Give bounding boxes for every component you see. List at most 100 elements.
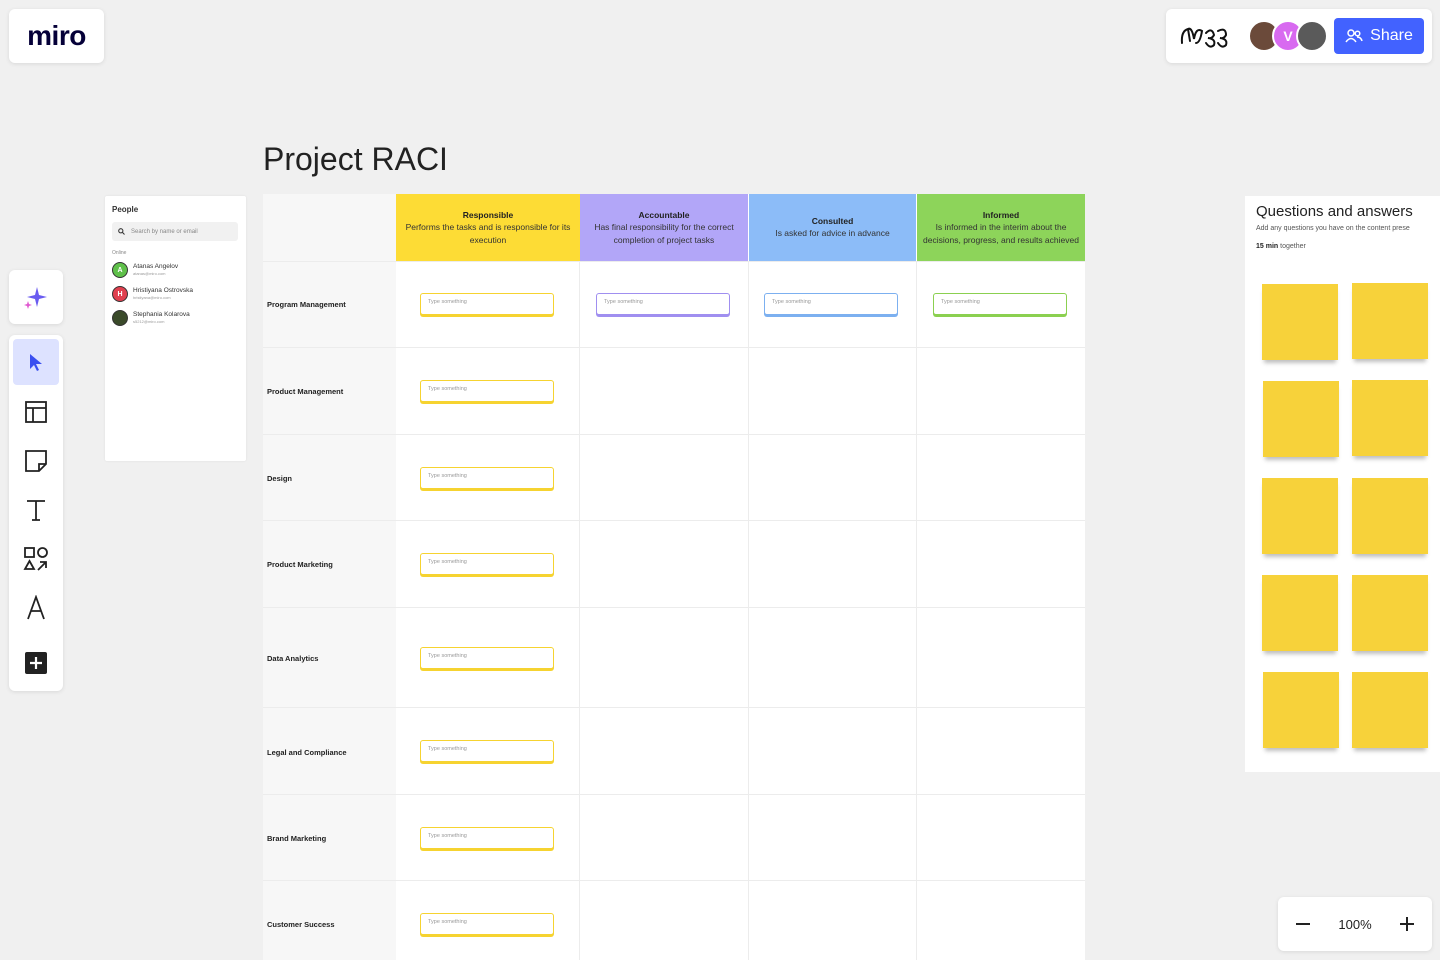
- people-icon: [1345, 29, 1363, 43]
- responsible-input[interactable]: Type something: [420, 913, 554, 935]
- people-search-input[interactable]: Search by name or email: [112, 222, 238, 241]
- share-label: Share: [1370, 27, 1413, 44]
- zoom-in-icon[interactable]: [1398, 915, 1416, 933]
- collaboration-bar: V Share: [1166, 9, 1432, 63]
- sticky-note[interactable]: [1262, 284, 1338, 360]
- ai-assist-button[interactable]: [9, 270, 63, 324]
- row-label: Brand Marketing: [267, 834, 327, 843]
- zoom-control: 100%: [1278, 897, 1432, 951]
- column-description: Is informed in the interim about the dec…: [923, 221, 1079, 245]
- row-label: Legal and Compliance: [267, 748, 347, 757]
- sticky-note[interactable]: [1352, 672, 1428, 748]
- table-row: Customer Success Type something: [263, 880, 1085, 960]
- person-email: hristiyana@miro.com: [133, 295, 171, 300]
- column-title: Informed: [982, 209, 1020, 220]
- table-row: Product Marketing Type something: [263, 520, 1085, 608]
- sticky-note[interactable]: [1262, 575, 1338, 651]
- avatar: H: [112, 286, 128, 302]
- avatar: [112, 310, 128, 326]
- column-header-responsible: Responsible Performs the tasks and is re…: [396, 194, 580, 261]
- responsible-input[interactable]: Type something: [420, 380, 554, 402]
- table-row: Data Analytics Type something: [263, 607, 1085, 708]
- sticky-note[interactable]: [1352, 283, 1428, 359]
- responsible-input[interactable]: Type something: [420, 467, 554, 489]
- pen-icon: [27, 595, 45, 620]
- responsible-input[interactable]: Type something: [420, 553, 554, 575]
- column-description: Has final responsibility for the correct…: [594, 221, 734, 245]
- column-title: Accountable: [638, 209, 690, 220]
- sticky-note[interactable]: [1352, 380, 1428, 456]
- sticky-note-icon: [25, 450, 47, 472]
- responsible-input[interactable]: Type something: [420, 293, 554, 315]
- person-item[interactable]: Stephania Kolarova s5212@miro.com: [112, 310, 190, 326]
- avatar: A: [112, 262, 128, 278]
- row-label: Customer Success: [267, 920, 335, 929]
- share-button[interactable]: Share: [1334, 18, 1424, 54]
- column-description: Performs the tasks and is responsible fo…: [405, 221, 571, 245]
- templates-icon: [25, 401, 47, 423]
- table-row: Design Type something: [263, 434, 1085, 521]
- sticky-note[interactable]: [1262, 478, 1338, 554]
- online-users[interactable]: V: [1248, 20, 1328, 52]
- qa-subtitle: Add any questions you have on the conten…: [1256, 225, 1410, 232]
- sticky-note[interactable]: [1352, 575, 1428, 651]
- column-header-informed: Informed Is informed in the interim abou…: [917, 194, 1085, 261]
- row-label: Program Management: [267, 300, 346, 309]
- qa-duration-value: 15 min: [1256, 243, 1279, 250]
- miro-logo[interactable]: miro: [9, 9, 104, 63]
- sticky-note[interactable]: [1263, 672, 1339, 748]
- column-header-accountable: Accountable Has final responsibility for…: [580, 194, 748, 261]
- person-item[interactable]: H Hristiyana Ostrovska hristiyana@miro.c…: [112, 286, 193, 302]
- row-label: Data Analytics: [267, 654, 319, 663]
- pen-tool-button[interactable]: [13, 585, 59, 631]
- sticky-note-tool-button[interactable]: [13, 438, 59, 484]
- board-title[interactable]: Project RACI: [263, 141, 448, 178]
- person-name: Atanas Angelov: [133, 263, 179, 270]
- qa-duration: 15 min together: [1256, 243, 1306, 250]
- search-icon: [118, 228, 125, 235]
- zoom-level[interactable]: 100%: [1338, 917, 1371, 932]
- column-title: Responsible: [462, 209, 514, 220]
- shapes-tool-button[interactable]: [13, 536, 59, 582]
- people-panel: People Search by name or email Online A …: [105, 196, 246, 461]
- more-tools-button[interactable]: [13, 640, 59, 686]
- logo-text: miro: [27, 20, 86, 51]
- table-row: Brand Marketing Type something: [263, 794, 1085, 881]
- select-tool-button[interactable]: [13, 339, 59, 385]
- person-item[interactable]: A Atanas Angelov atanas@miro.com: [112, 262, 178, 278]
- sticky-note[interactable]: [1352, 478, 1428, 554]
- sparkle-icon: [24, 287, 47, 309]
- table-row: Legal and Compliance Type something: [263, 707, 1085, 795]
- person-name: Hristiyana Ostrovska: [133, 287, 193, 294]
- table-row: Program Management Type something Type s…: [263, 261, 1085, 348]
- informed-input[interactable]: Type something: [933, 293, 1067, 315]
- user-avatar-3[interactable]: [1296, 20, 1328, 52]
- person-email: atanas@miro.com: [133, 271, 166, 276]
- responsible-input[interactable]: Type something: [420, 647, 554, 669]
- search-placeholder: Search by name or email: [131, 228, 198, 235]
- column-description: Is asked for advice in advance: [775, 228, 890, 238]
- shapes-icon: [23, 547, 48, 571]
- text-tool-button[interactable]: [13, 487, 59, 533]
- consulted-input[interactable]: Type something: [764, 293, 898, 315]
- templates-tool-button[interactable]: [13, 389, 59, 435]
- creation-toolbar: [9, 335, 63, 691]
- qa-duration-rest: together: [1278, 243, 1306, 250]
- questions-panel: Questions and answers Add any questions …: [1245, 196, 1440, 772]
- responsible-input[interactable]: Type something: [420, 827, 554, 849]
- column-title: Consulted: [811, 216, 854, 226]
- reactions-doodle-icon[interactable]: [1178, 21, 1232, 51]
- raci-table: Responsible Performs the tasks and is re…: [263, 194, 1085, 960]
- people-title: People: [112, 205, 139, 214]
- text-icon: [27, 500, 45, 521]
- responsible-input[interactable]: Type something: [420, 740, 554, 762]
- row-label: Product Management: [267, 387, 344, 396]
- person-email: s5212@miro.com: [133, 319, 165, 324]
- column-header-consulted: Consulted Is asked for advice in advance: [749, 194, 916, 261]
- row-label: Design: [267, 474, 293, 483]
- row-label: Product Marketing: [267, 560, 333, 569]
- zoom-out-icon[interactable]: [1294, 915, 1312, 933]
- accountable-input[interactable]: Type something: [596, 293, 730, 315]
- sticky-note[interactable]: [1263, 381, 1339, 457]
- plus-square-icon: [25, 652, 47, 674]
